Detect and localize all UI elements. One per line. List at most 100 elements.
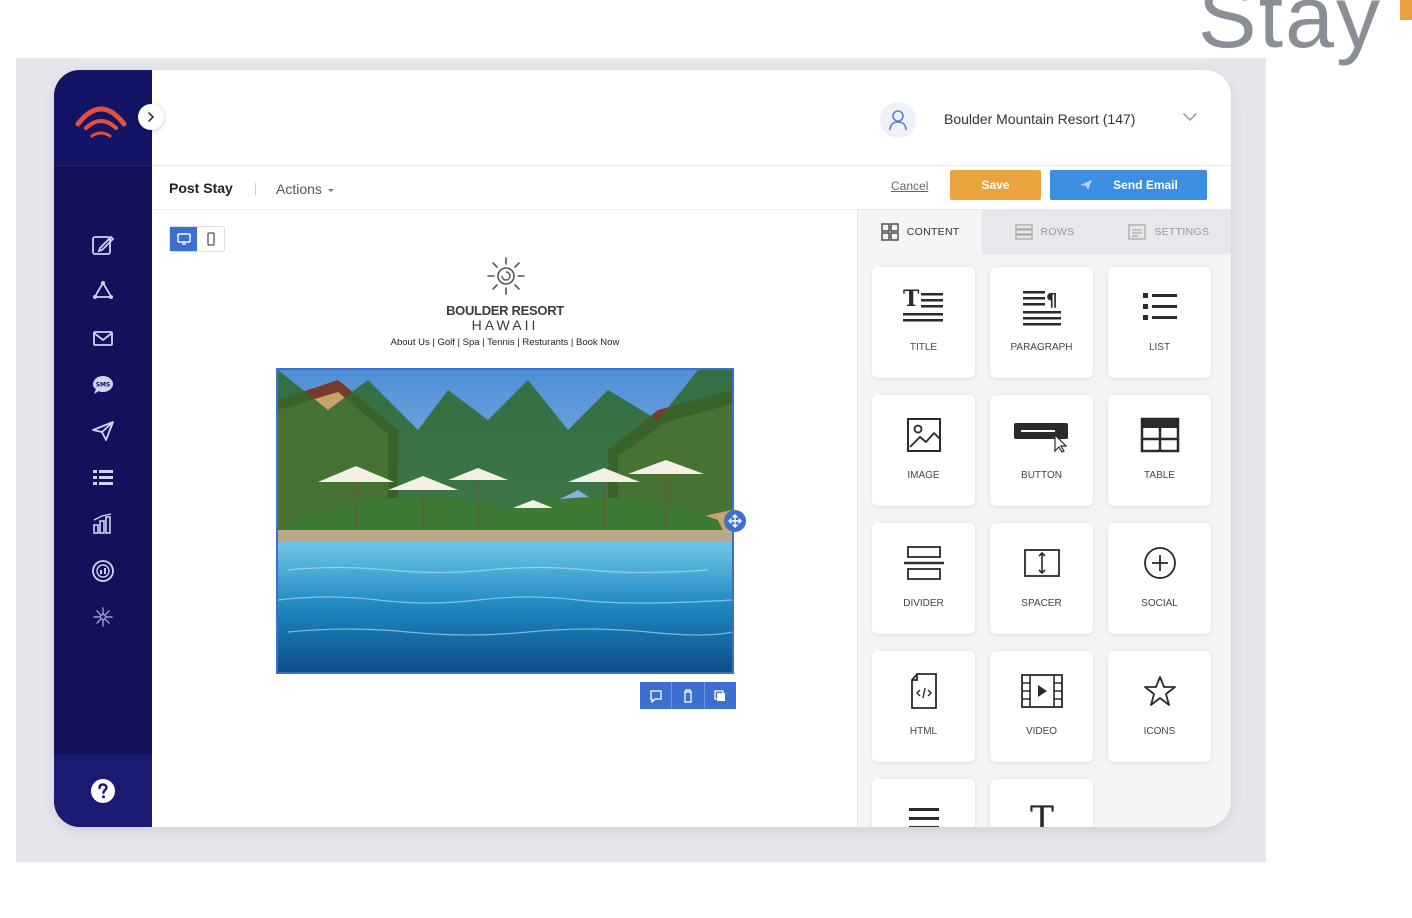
block-label: SPACER xyxy=(1021,598,1062,609)
sidebar-item-send[interactable] xyxy=(54,408,152,455)
block-video[interactable]: VIDEO xyxy=(990,651,1093,762)
move-handle[interactable] xyxy=(724,510,746,532)
paragraph-icon: ¶ xyxy=(1022,290,1061,326)
content-blocks: T TITLE ¶ PARAGRAPH LIST IMAGE BUTTON TA… xyxy=(872,267,1212,827)
grid-icon xyxy=(881,223,899,241)
sidebar-item-editor[interactable] xyxy=(54,222,152,269)
resort-name: BOULDER RESORT xyxy=(446,303,564,318)
block-label: TABLE xyxy=(1144,470,1175,481)
block-label: BUTTON xyxy=(1021,470,1062,481)
image-icon xyxy=(906,418,941,452)
desktop-view-button[interactable] xyxy=(170,227,197,251)
dashboard-icon xyxy=(92,559,114,582)
help-area xyxy=(54,755,152,827)
social-icon xyxy=(1143,547,1176,579)
menu-icon xyxy=(908,808,939,827)
block-icons[interactable]: ICONS xyxy=(1108,651,1211,762)
svg-text:SMS: SMS xyxy=(96,381,111,388)
email-nav-links[interactable]: About Us | Golf | Spa | Tennis | Restura… xyxy=(152,337,858,348)
tab-label: SETTINGS xyxy=(1154,226,1210,238)
tab-rows[interactable]: ROWS xyxy=(982,210,1107,254)
tab-content[interactable]: CONTENT xyxy=(858,210,983,254)
spacer-icon xyxy=(1023,549,1060,577)
rows-icon xyxy=(1014,224,1033,240)
save-button[interactable]: Save xyxy=(950,170,1041,200)
html-icon xyxy=(910,673,937,709)
star-icon xyxy=(1143,676,1176,706)
button-icon xyxy=(1013,423,1068,453)
tab-settings[interactable]: SETTINGS xyxy=(1106,210,1231,254)
sms-icon: SMS xyxy=(93,375,113,394)
video-icon xyxy=(1020,674,1063,708)
actions-menu[interactable]: Actions xyxy=(276,181,336,197)
svg-text:¶: ¶ xyxy=(1046,290,1057,311)
block-list[interactable]: LIST xyxy=(1108,267,1211,378)
block-text[interactable]: T xyxy=(990,779,1093,827)
settings-icon xyxy=(1128,224,1147,240)
sidebar-item-mail[interactable] xyxy=(54,315,152,362)
brand-logo-icon[interactable] xyxy=(72,94,130,144)
move-icon xyxy=(728,514,742,528)
tab-label: ROWS xyxy=(1040,226,1075,238)
user-icon xyxy=(889,110,907,131)
mail-icon xyxy=(93,331,113,347)
block-label: DIVIDER xyxy=(903,598,944,609)
comment-icon xyxy=(650,689,662,703)
block-menu[interactable] xyxy=(872,779,975,827)
block-social[interactable]: SOCIAL xyxy=(1108,523,1211,634)
app-window: SMS Boulder Mountain Resort (147) Post S… xyxy=(54,70,1231,827)
block-title[interactable]: T TITLE xyxy=(872,267,975,378)
text-icon: T xyxy=(1029,800,1053,827)
network-icon xyxy=(93,607,113,627)
device-toggle xyxy=(169,226,225,252)
cancel-button[interactable]: Cancel xyxy=(891,179,928,193)
block-table[interactable]: TABLE xyxy=(1108,395,1211,506)
block-spacer[interactable]: SPACER xyxy=(990,523,1093,634)
avatar[interactable] xyxy=(880,102,916,138)
sidebar-item-list[interactable] xyxy=(54,455,152,502)
send-icon xyxy=(92,421,114,442)
chevron-right-icon xyxy=(148,112,155,122)
mobile-view-button[interactable] xyxy=(197,227,224,251)
sidebar-nav: SMS xyxy=(54,222,152,641)
help-icon[interactable] xyxy=(90,778,116,804)
block-label: IMAGE xyxy=(907,470,940,481)
duplicate-button[interactable] xyxy=(705,682,736,709)
block-image[interactable]: IMAGE xyxy=(872,395,975,506)
pool-photo xyxy=(278,370,732,672)
block-paragraph[interactable]: ¶ PARAGRAPH xyxy=(990,267,1093,378)
recycle-icon xyxy=(93,280,113,299)
edit-icon xyxy=(92,235,115,256)
sidebar-item-integrations[interactable] xyxy=(54,594,152,641)
block-label: HTML xyxy=(909,726,938,737)
sidebar-item-sms[interactable]: SMS xyxy=(54,362,152,409)
block-label: PARAGRAPH xyxy=(1010,342,1073,353)
sidebar: SMS xyxy=(54,70,152,827)
block-label: VIDEO xyxy=(1025,726,1058,737)
block-toolbar xyxy=(640,682,736,709)
sidebar-item-analytics[interactable] xyxy=(54,501,152,548)
send-email-button[interactable]: Send Email xyxy=(1050,170,1207,200)
desktop-icon xyxy=(176,233,191,245)
block-divider[interactable]: DIVIDER xyxy=(872,523,975,634)
block-html[interactable]: HTML xyxy=(872,651,975,762)
hero-image[interactable] xyxy=(276,368,734,674)
sidebar-item-recycle[interactable] xyxy=(54,269,152,316)
block-button[interactable]: BUTTON xyxy=(990,395,1093,506)
sidebar-expand-button[interactable] xyxy=(138,104,164,130)
delete-button[interactable] xyxy=(672,682,705,709)
comment-button[interactable] xyxy=(640,682,673,709)
bar-chart-icon xyxy=(93,513,112,535)
account-name[interactable]: Boulder Mountain Resort (147) xyxy=(944,111,1135,127)
chevron-down-icon[interactable] xyxy=(1182,111,1198,123)
email-canvas: BOULDER RESORT HAWAII About Us | Golf | … xyxy=(152,210,858,827)
caret-down-icon xyxy=(327,189,334,192)
content-panel: CONTENT ROWS SETTINGS T TITLE ¶ PARAGRAP… xyxy=(858,210,1231,827)
trash-icon xyxy=(683,688,692,703)
block-label: SOCIAL xyxy=(1141,598,1178,609)
sidebar-item-reports[interactable] xyxy=(54,548,152,595)
mobile-icon xyxy=(206,232,215,246)
actions-label: Actions xyxy=(276,181,322,197)
block-label: LIST xyxy=(1148,342,1171,353)
title-icon: T xyxy=(902,288,943,322)
